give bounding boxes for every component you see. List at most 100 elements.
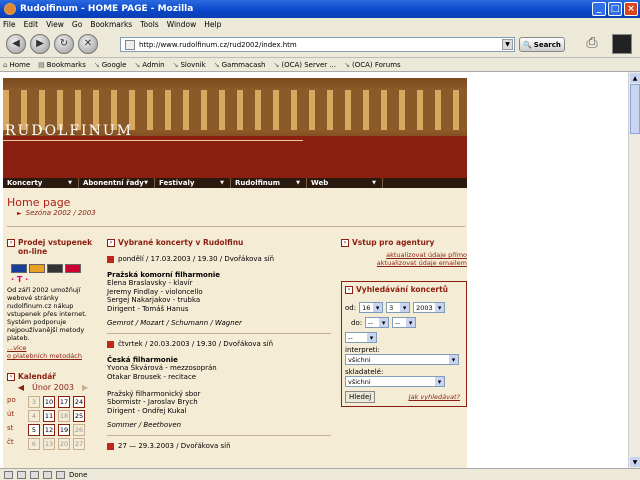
scroll-down-icon[interactable]: ▼ — [630, 457, 640, 467]
left-column: › Prodej vstupenek on-line · T · Od září … — [7, 238, 99, 450]
calendar-day[interactable]: 11 — [43, 410, 55, 422]
navigator-icon[interactable] — [17, 470, 26, 479]
middle-column: › Vybrané koncerty v Rudolfinu pondělí / … — [107, 238, 335, 450]
concerts-heading[interactable]: › Vybrané koncerty v Rudolfinu — [107, 238, 335, 247]
vertical-scrollbar[interactable]: ▲ ▼ — [628, 72, 640, 468]
calendar-title: Kalendář — [18, 372, 56, 381]
skladatele-select[interactable]: všichni — [345, 376, 445, 387]
menu-go[interactable]: Go — [72, 20, 82, 29]
calendar-day: 4 — [28, 410, 40, 422]
mail-icon[interactable] — [4, 470, 13, 479]
bookmark-gammacash[interactable]: ↘ Gammacash — [214, 61, 266, 69]
from-day-select[interactable]: 16 — [359, 302, 384, 313]
back-icon[interactable]: ◀ — [6, 33, 26, 54]
concert-name[interactable]: Pražská komorní filharmonie — [107, 271, 335, 279]
search-heading: › Vyhledávání koncertů — [345, 285, 463, 294]
agency-link-direct[interactable]: aktualizovat údaje přímo — [341, 251, 467, 259]
menu-window[interactable]: Window — [167, 20, 197, 29]
stop-icon[interactable]: ✕ — [78, 33, 98, 54]
bookmark-google[interactable]: ↘ Google — [94, 61, 127, 69]
agency-heading[interactable]: › Vstup pro agentury — [341, 238, 467, 247]
bookmark-oca-forums[interactable]: ↘ (OCA) Forums — [344, 61, 401, 69]
nav-rudolfinum[interactable]: Rudolfinum ▼ — [231, 178, 307, 188]
calendar-day[interactable]: 5 — [28, 424, 40, 436]
menu-view[interactable]: View — [46, 20, 64, 29]
agency-links: aktualizovat údaje přímo aktualizovat úd… — [341, 251, 467, 267]
addressbook-icon[interactable] — [56, 470, 65, 479]
print-icon[interactable]: ⎙ — [581, 33, 603, 53]
chat-icon[interactable] — [43, 470, 52, 479]
from-year-select[interactable]: 2003 — [413, 302, 446, 313]
to-year-select[interactable]: -- — [345, 332, 377, 343]
to-day-select[interactable]: -- — [365, 317, 390, 328]
concert-item[interactable]: 27 — 29.3.2003 / Dvořákova síň — [107, 442, 335, 450]
menu-file[interactable]: File — [3, 20, 16, 29]
calendar-month-nav: ◀ Únor 2003 ▶ — [7, 383, 99, 392]
agency-link-email[interactable]: aktualizovat údaje emailem — [341, 259, 467, 267]
nav-web[interactable]: Web ▼ — [307, 178, 383, 188]
red-square-icon — [107, 255, 114, 263]
bookmark-bookmarks[interactable]: ▤ Bookmarks — [38, 61, 86, 69]
how-to-search-link[interactable]: Jak vyhledávat? — [409, 393, 460, 401]
concert-search-box: ›Vyhledávání koncertů od: 16 3 2003 do: … — [341, 281, 467, 407]
minimize-button[interactable]: _ — [592, 2, 606, 16]
calendar-day[interactable]: 19 — [58, 424, 70, 436]
menu-edit[interactable]: Edit — [24, 20, 39, 29]
more-link[interactable]: ...více — [7, 344, 26, 352]
tickets-heading[interactable]: › Prodej vstupenek on-line — [7, 238, 99, 256]
status-bar: Done — [0, 468, 640, 480]
calendar-day[interactable]: 10 — [43, 396, 55, 408]
next-month-icon[interactable]: ▶ — [82, 383, 88, 392]
divider — [107, 333, 331, 334]
bookmark-oca-server[interactable]: ↘ (OCA) Server ... — [273, 61, 336, 69]
prev-month-icon[interactable]: ◀ — [18, 383, 24, 392]
hledej-button[interactable]: Hledej — [345, 391, 376, 403]
bookmark-admin[interactable]: ↘ Admin — [134, 61, 164, 69]
url-bar[interactable]: http://www.rudolfinum.cz/rud2002/index.h… — [120, 37, 515, 52]
bookmark-label: Gammacash — [221, 60, 266, 69]
menu-tools[interactable]: Tools — [140, 20, 158, 29]
section-arrow-icon: › — [7, 373, 15, 381]
performer: Dirigent - Tomáš Hanus — [107, 304, 189, 313]
forward-icon[interactable]: ▶ — [30, 33, 50, 54]
calendar-day[interactable]: 12 — [43, 424, 55, 436]
nav-abonentni[interactable]: Abonentní řady ▼ — [79, 178, 155, 188]
payments-link[interactable]: o platebních metodách — [7, 352, 82, 360]
calendar-heading: › Kalendář — [7, 372, 99, 381]
calendar-day[interactable]: 25 — [73, 410, 85, 422]
calendar-day[interactable]: 17 — [58, 396, 70, 408]
nav-koncerty[interactable]: Koncerty ▼ — [3, 178, 79, 188]
search-button[interactable]: 🔍 Search — [519, 37, 565, 52]
nav-festivaly[interactable]: Festivaly ▼ — [155, 178, 231, 188]
dropdown-icon: ▼ — [220, 180, 224, 186]
bookmark-home[interactable]: ⌂ Home — [3, 61, 30, 69]
menu-bookmarks[interactable]: Bookmarks — [90, 20, 132, 29]
concert-date-row: čtvrtek / 20.03.2003 / 19.30 / Dvořákova… — [107, 340, 335, 348]
close-button[interactable]: × — [624, 2, 638, 16]
performer: Otakar Brousek - recitace — [107, 372, 197, 381]
weekday-label: po — [7, 396, 16, 404]
concert-name[interactable]: Česká filharmonie — [107, 356, 335, 364]
concert-item[interactable]: čtvrtek / 20.03.2003 / 19.30 / Dvořákova… — [107, 340, 335, 429]
to-month-select[interactable]: -- — [392, 317, 417, 328]
bookmark-slovnik[interactable]: ↘ Slovnik — [173, 61, 206, 69]
scroll-thumb[interactable] — [630, 84, 640, 134]
calendar-day[interactable]: 24 — [73, 396, 85, 408]
from-month-select[interactable]: 3 — [386, 302, 411, 313]
maximize-button[interactable]: □ — [608, 2, 622, 16]
site-logo[interactable]: RUDOLFINUM — [5, 123, 133, 139]
concert-date: čtvrtek / 20.03.2003 / 19.30 / Dvořákova… — [118, 340, 274, 348]
reload-icon[interactable]: ↻ — [54, 33, 74, 54]
menu-help[interactable]: Help — [204, 20, 221, 29]
divider — [7, 226, 465, 227]
composer-icon[interactable] — [30, 470, 39, 479]
bookmark-label: (OCA) Server ... — [281, 60, 337, 69]
payment-cards — [11, 264, 99, 273]
interpreti-select[interactable]: všichni — [345, 354, 459, 365]
calendar-day: 13 — [43, 438, 55, 450]
scroll-up-icon[interactable]: ▲ — [630, 73, 640, 83]
section-arrow-icon: › — [341, 239, 349, 247]
folder-icon: ▤ — [38, 60, 45, 69]
url-dropdown-icon[interactable]: ▼ — [502, 39, 513, 50]
concert-item[interactable]: pondělí / 17.03.2003 / 19.30 / Dvořákova… — [107, 255, 335, 327]
